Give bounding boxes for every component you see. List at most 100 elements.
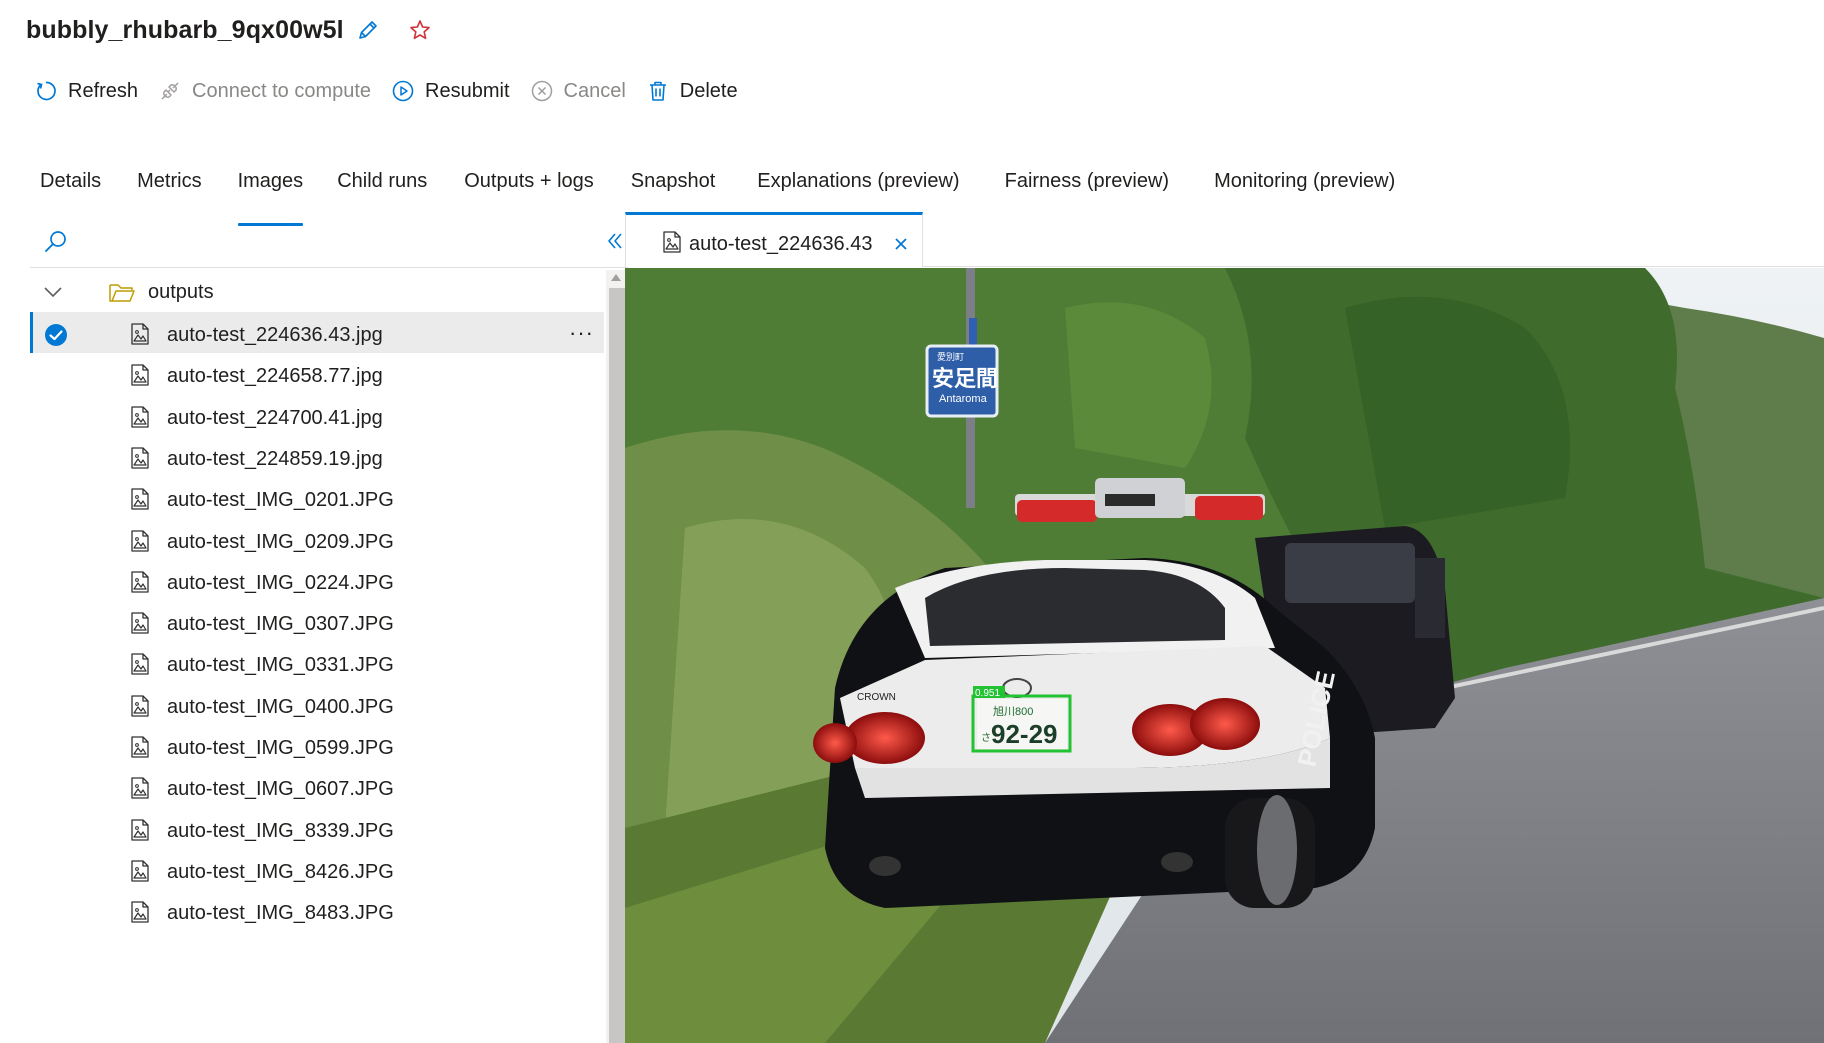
favorite-star-icon[interactable] <box>408 18 432 42</box>
image-file-icon <box>130 323 150 350</box>
refresh-button[interactable]: Refresh <box>34 79 138 103</box>
refresh-icon <box>37 81 56 101</box>
preview-image: 愛別町 安足間 Antaroma CROWN POLICE 旭川800 さ 92… <box>625 268 1824 1043</box>
file-row[interactable]: auto-test_IMG_0201.JPG <box>30 477 604 518</box>
plate-top-text: 旭川800 <box>993 704 1033 718</box>
file-label: auto-test_IMG_0201.JPG <box>167 489 394 512</box>
scroll-up-arrow-icon[interactable] <box>611 274 621 281</box>
image-file-icon <box>130 860 150 887</box>
more-options-icon[interactable]: ··· <box>569 320 594 346</box>
image-file-icon <box>130 736 150 763</box>
file-label: auto-test_IMG_0307.JPG <box>167 613 394 636</box>
file-row[interactable]: auto-test_IMG_8339.JPG <box>30 808 604 849</box>
image-file-icon <box>130 695 150 722</box>
plug-icon <box>161 82 179 100</box>
file-row[interactable]: auto-test_IMG_0209.JPG <box>30 519 604 560</box>
delete-button[interactable]: Delete <box>646 79 738 103</box>
connect-to-compute-button[interactable]: Connect to compute <box>158 79 371 103</box>
file-label: auto-test_IMG_0400.JPG <box>167 695 394 718</box>
delete-label: Delete <box>679 79 738 102</box>
file-label: auto-test_224636.43.jpg <box>167 324 383 346</box>
edit-pencil-icon[interactable] <box>356 18 380 42</box>
viewer-tab-label: auto-test_224636.43 <box>689 233 873 255</box>
file-row[interactable]: auto-test_224700.41.jpg <box>30 395 604 436</box>
image-file-icon <box>662 231 682 258</box>
refresh-label: Refresh <box>68 79 139 102</box>
tab-fairness[interactable]: Fairness (preview) <box>989 162 1185 216</box>
file-label: auto-test_IMG_0224.JPG <box>167 571 394 594</box>
cancel-button[interactable]: Cancel <box>530 79 626 103</box>
sign-main-text: 安足間 <box>932 366 998 391</box>
file-row[interactable]: auto-test_IMG_0331.JPG <box>30 642 604 683</box>
image-viewer-pane: auto-test_224636.43 愛別町 安足間 Antaroma CRO… <box>625 212 1824 1043</box>
viewer-tab-bar: auto-test_224636.43 <box>625 212 1824 267</box>
run-title: bubbly_rhubarb_9qx00w5l <box>26 15 344 44</box>
image-file-icon <box>130 405 150 433</box>
file-row[interactable]: auto-test_224636.43.jpg ··· <box>30 312 604 354</box>
play-circle-icon <box>392 80 414 102</box>
resubmit-label: Resubmit <box>425 79 510 102</box>
search-icon[interactable] <box>42 228 70 261</box>
image-file-icon <box>130 901 150 928</box>
file-label: auto-test_IMG_8339.JPG <box>167 819 394 842</box>
image-file-icon <box>130 653 150 680</box>
tab-child-runs[interactable]: Child runs <box>321 162 443 216</box>
tab-explanations[interactable]: Explanations (preview) <box>741 162 975 216</box>
title-row: bubbly_rhubarb_9qx00w5l <box>26 12 432 48</box>
file-label: auto-test_IMG_8483.JPG <box>167 902 394 925</box>
image-file-icon <box>130 447 150 474</box>
tree-search-row <box>30 218 628 268</box>
tab-monitoring[interactable]: Monitoring (preview) <box>1198 162 1411 216</box>
tab-metrics[interactable]: Metrics <box>121 162 217 216</box>
file-label: auto-test_224859.19.jpg <box>167 447 383 470</box>
plate-number-text: 92-29 <box>991 719 1058 749</box>
image-file-icon <box>130 612 150 639</box>
run-tabs: Details Metrics Images Child runs Output… <box>24 162 1411 226</box>
folder-row-outputs[interactable]: outputs <box>30 270 604 314</box>
file-label: auto-test_IMG_0607.JPG <box>167 778 394 801</box>
sign-romaji-text: Antaroma <box>939 393 988 405</box>
sign-small-text: 愛別町 <box>937 351 964 362</box>
folder-label: outputs <box>148 281 214 303</box>
file-row[interactable]: auto-test_IMG_8426.JPG <box>30 849 604 890</box>
tab-details[interactable]: Details <box>24 162 117 216</box>
car-badge-text: CROWN <box>857 692 896 703</box>
file-label: auto-test_IMG_0209.JPG <box>167 530 394 553</box>
image-file-icon <box>130 777 150 804</box>
file-label: auto-test_IMG_8426.JPG <box>167 860 394 883</box>
folder-icon <box>108 282 136 309</box>
cancel-label: Cancel <box>563 79 626 102</box>
cancel-circle-icon <box>531 80 552 102</box>
file-row[interactable]: auto-test_IMG_0224.JPG <box>30 560 604 601</box>
image-file-icon <box>130 488 150 515</box>
trash-icon <box>649 81 666 101</box>
checkmark-circle-icon[interactable] <box>44 323 68 352</box>
tab-outputs-logs[interactable]: Outputs + logs <box>448 162 610 216</box>
connect-label: Connect to compute <box>192 79 372 102</box>
command-bar: Refresh Connect to compute Resubmit Canc… <box>34 74 758 108</box>
image-file-icon <box>130 571 150 598</box>
scroll-thumb[interactable] <box>609 288 625 1043</box>
file-row[interactable]: auto-test_224859.19.jpg <box>30 436 604 477</box>
tab-snapshot[interactable]: Snapshot <box>615 162 732 216</box>
file-label: auto-test_IMG_0599.JPG <box>167 737 394 759</box>
chevron-down-icon[interactable] <box>43 284 63 305</box>
viewer-tab[interactable]: auto-test_224636.43 <box>625 212 923 267</box>
file-label: auto-test_224658.77.jpg <box>167 365 383 388</box>
tab-images[interactable]: Images <box>222 162 320 226</box>
plate-kana-text: さ <box>981 732 991 744</box>
image-file-icon <box>130 364 150 391</box>
detection-score: 0.951 <box>975 688 1000 699</box>
file-row[interactable]: auto-test_224658.77.jpg <box>30 353 604 394</box>
file-row[interactable]: auto-test_IMG_8483.JPG <box>30 890 604 931</box>
image-file-icon <box>130 818 150 846</box>
image-file-icon <box>130 529 150 557</box>
file-row[interactable]: auto-test_IMG_0599.JPG <box>30 725 604 766</box>
file-row[interactable]: auto-test_IMG_0607.JPG <box>30 766 604 807</box>
file-label: auto-test_IMG_0331.JPG <box>167 654 394 677</box>
file-row[interactable]: auto-test_IMG_0307.JPG <box>30 601 604 642</box>
file-tree: outputs auto-test_224636.43.jpg ··· auto-t… <box>30 270 604 1043</box>
file-row[interactable]: auto-test_IMG_0400.JPG <box>30 684 604 725</box>
close-icon[interactable] <box>894 237 908 256</box>
resubmit-button[interactable]: Resubmit <box>391 79 510 103</box>
